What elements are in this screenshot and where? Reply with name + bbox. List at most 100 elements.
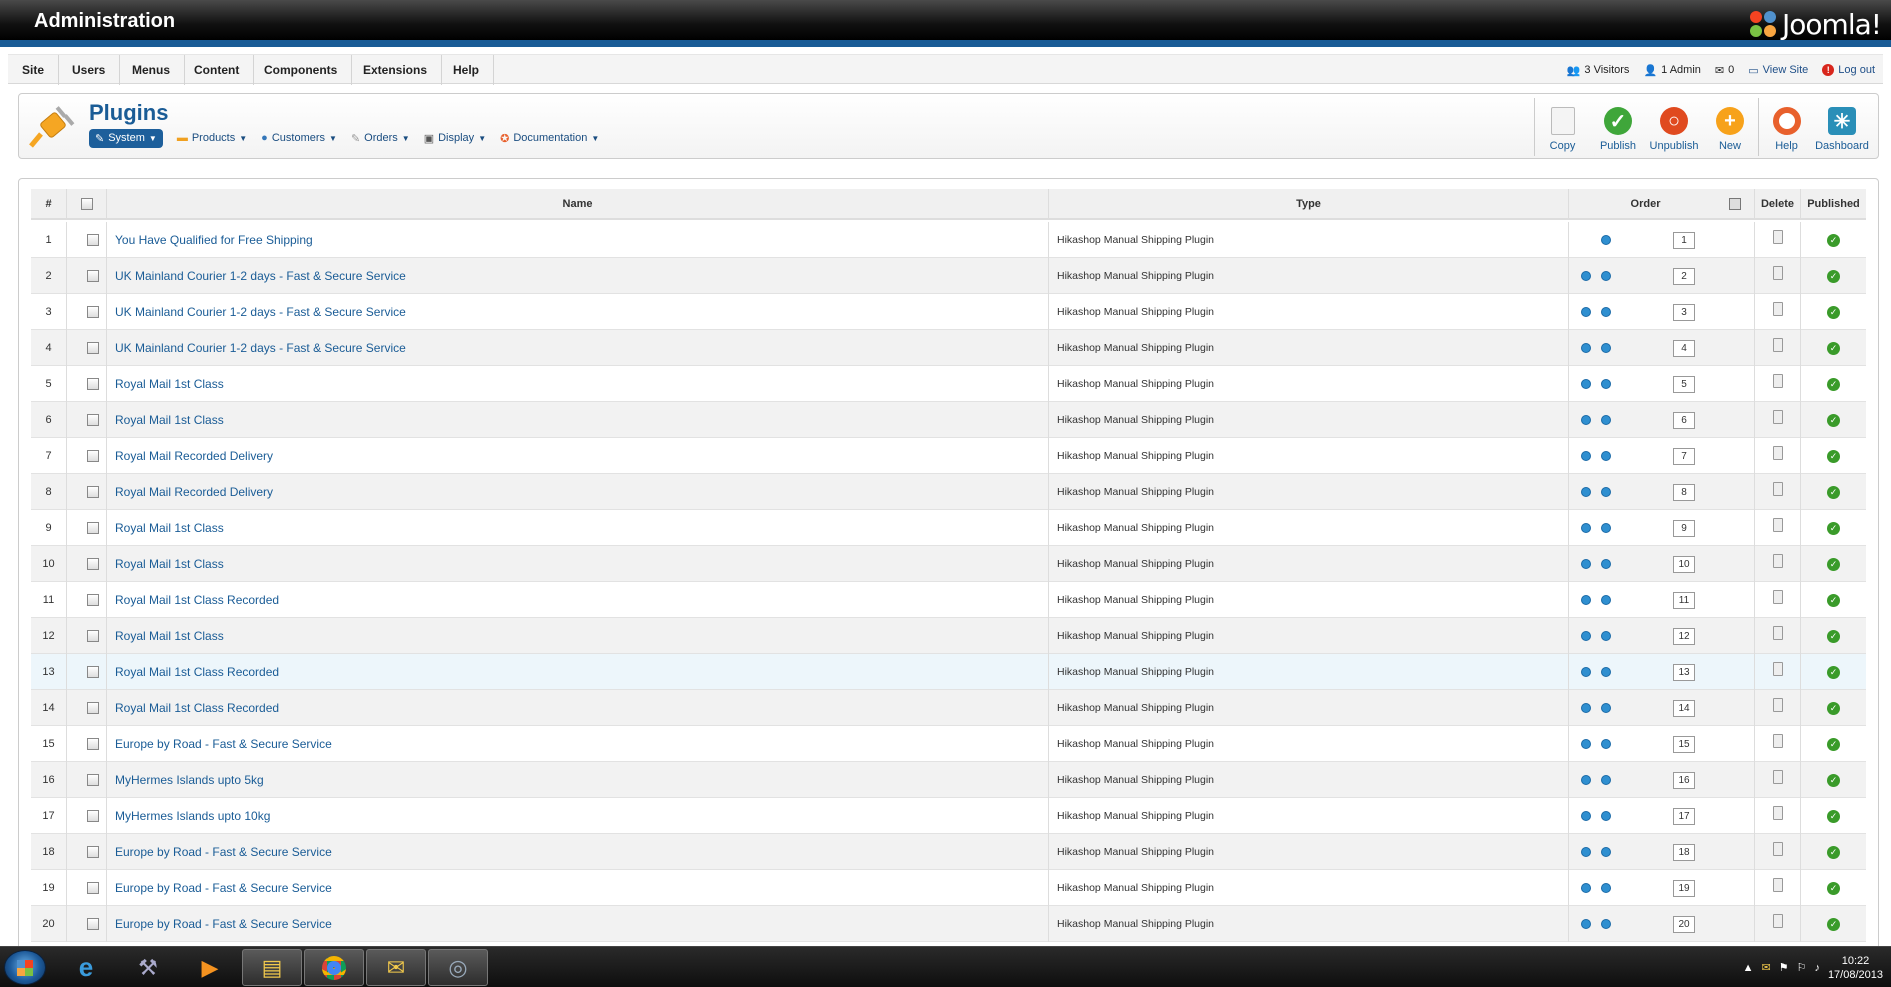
order-input[interactable]: 10 (1673, 556, 1695, 573)
published-check-icon[interactable]: ✓ (1827, 738, 1840, 751)
submenu-display[interactable]: ▣ Display ▼ (424, 132, 486, 145)
move-down-icon[interactable] (1601, 739, 1611, 749)
move-down-icon[interactable] (1601, 451, 1611, 461)
order-input[interactable]: 16 (1673, 772, 1695, 789)
published-check-icon[interactable]: ✓ (1827, 270, 1840, 283)
trash-icon[interactable] (1773, 266, 1783, 280)
taskbar-tools[interactable]: ⚒ (118, 949, 178, 986)
row-checkbox[interactable] (87, 342, 99, 354)
published-check-icon[interactable]: ✓ (1827, 666, 1840, 679)
dashboard-button[interactable]: ✳ Dashboard (1814, 98, 1870, 156)
order-input[interactable]: 1 (1673, 232, 1695, 249)
row-checkbox[interactable] (87, 450, 99, 462)
move-down-icon[interactable] (1601, 631, 1611, 641)
submenu-customers[interactable]: ● Customers ▼ (261, 132, 337, 144)
tray-mail-icon[interactable]: ✉ (1761, 961, 1770, 974)
plugin-name-link[interactable]: UK Mainland Courier 1-2 days - Fast & Se… (107, 294, 1049, 330)
plugin-name-link[interactable]: MyHermes Islands upto 10kg (107, 798, 1049, 834)
move-down-icon[interactable] (1601, 343, 1611, 353)
published-check-icon[interactable]: ✓ (1827, 306, 1840, 319)
move-up-icon[interactable] (1581, 811, 1591, 821)
submenu-system[interactable]: ✎ System ▼ (89, 128, 163, 148)
row-checkbox[interactable] (87, 810, 99, 822)
order-input[interactable]: 6 (1673, 412, 1695, 429)
messages-status[interactable]: ✉ 0 (1715, 64, 1734, 77)
taskbar-explorer[interactable]: ▤ (242, 949, 302, 986)
row-checkbox[interactable] (87, 702, 99, 714)
menu-content[interactable]: Content (180, 55, 255, 85)
order-input[interactable]: 15 (1673, 736, 1695, 753)
published-check-icon[interactable]: ✓ (1827, 558, 1840, 571)
trash-icon[interactable] (1773, 914, 1783, 928)
row-checkbox[interactable] (87, 918, 99, 930)
plugin-name-link[interactable]: You Have Qualified for Free Shipping (107, 222, 1049, 258)
row-checkbox[interactable] (87, 882, 99, 894)
plugin-name-link[interactable]: Royal Mail 1st Class (107, 402, 1049, 438)
row-checkbox[interactable] (87, 558, 99, 570)
published-check-icon[interactable]: ✓ (1827, 882, 1840, 895)
order-input[interactable]: 2 (1673, 268, 1695, 285)
trash-icon[interactable] (1773, 230, 1783, 244)
order-input[interactable]: 5 (1673, 376, 1695, 393)
trash-icon[interactable] (1773, 518, 1783, 532)
submenu-orders[interactable]: ✎ Orders ▼ (351, 132, 410, 145)
select-all-checkbox[interactable] (81, 198, 93, 210)
trash-icon[interactable] (1773, 662, 1783, 676)
move-up-icon[interactable] (1581, 595, 1591, 605)
move-down-icon[interactable] (1601, 595, 1611, 605)
trash-icon[interactable] (1773, 410, 1783, 424)
plugin-name-link[interactable]: Europe by Road - Fast & Secure Service (107, 726, 1049, 762)
published-check-icon[interactable]: ✓ (1827, 378, 1840, 391)
move-up-icon[interactable] (1581, 343, 1591, 353)
published-check-icon[interactable]: ✓ (1827, 594, 1840, 607)
trash-icon[interactable] (1773, 446, 1783, 460)
row-checkbox[interactable] (87, 306, 99, 318)
tray-network-icon[interactable]: ⚑ (1779, 961, 1789, 974)
move-down-icon[interactable] (1601, 307, 1611, 317)
published-check-icon[interactable]: ✓ (1827, 342, 1840, 355)
move-down-icon[interactable] (1601, 883, 1611, 893)
plugin-name-link[interactable]: Royal Mail 1st Class Recorded (107, 690, 1049, 726)
publish-button[interactable]: ✓ Publish (1590, 98, 1646, 156)
menu-menus[interactable]: Menus (118, 55, 186, 85)
taskbar-ie[interactable]: e (56, 949, 116, 986)
start-button[interactable] (4, 950, 46, 985)
move-up-icon[interactable] (1581, 451, 1591, 461)
tray-volume-icon[interactable]: ♪ (1814, 962, 1820, 974)
clock[interactable]: 10:22 17/08/2013 (1828, 954, 1883, 982)
move-up-icon[interactable] (1581, 271, 1591, 281)
row-checkbox[interactable] (87, 522, 99, 534)
trash-icon[interactable] (1773, 374, 1783, 388)
move-up-icon[interactable] (1581, 883, 1591, 893)
move-down-icon[interactable] (1601, 703, 1611, 713)
move-up-icon[interactable] (1581, 415, 1591, 425)
row-checkbox[interactable] (87, 378, 99, 390)
plugin-name-link[interactable]: Royal Mail 1st Class (107, 618, 1049, 654)
plugin-name-link[interactable]: Royal Mail 1st Class (107, 546, 1049, 582)
move-down-icon[interactable] (1601, 523, 1611, 533)
menu-users[interactable]: Users (58, 55, 121, 85)
col-type[interactable]: Type (1049, 189, 1569, 220)
order-input[interactable]: 7 (1673, 448, 1695, 465)
plugin-name-link[interactable]: Royal Mail 1st Class Recorded (107, 582, 1049, 618)
order-input[interactable]: 12 (1673, 628, 1695, 645)
move-up-icon[interactable] (1581, 559, 1591, 569)
menu-help[interactable]: Help (439, 55, 495, 85)
submenu-documentation[interactable]: ✪ Documentation ▼ (500, 132, 599, 145)
published-check-icon[interactable]: ✓ (1827, 522, 1840, 535)
move-up-icon[interactable] (1581, 775, 1591, 785)
move-up-icon[interactable] (1581, 739, 1591, 749)
taskbar-media[interactable]: ▶ (180, 949, 240, 986)
move-down-icon[interactable] (1601, 559, 1611, 569)
trash-icon[interactable] (1773, 626, 1783, 640)
move-up-icon[interactable] (1581, 847, 1591, 857)
move-up-icon[interactable] (1581, 523, 1591, 533)
joomla-logo[interactable]: Joomla! (1748, 6, 1882, 42)
order-input[interactable]: 11 (1673, 592, 1695, 609)
plugin-name-link[interactable]: Europe by Road - Fast & Secure Service (107, 834, 1049, 870)
row-checkbox[interactable] (87, 774, 99, 786)
move-up-icon[interactable] (1581, 631, 1591, 641)
move-down-icon[interactable] (1601, 667, 1611, 677)
published-check-icon[interactable]: ✓ (1827, 234, 1840, 247)
move-down-icon[interactable] (1601, 775, 1611, 785)
